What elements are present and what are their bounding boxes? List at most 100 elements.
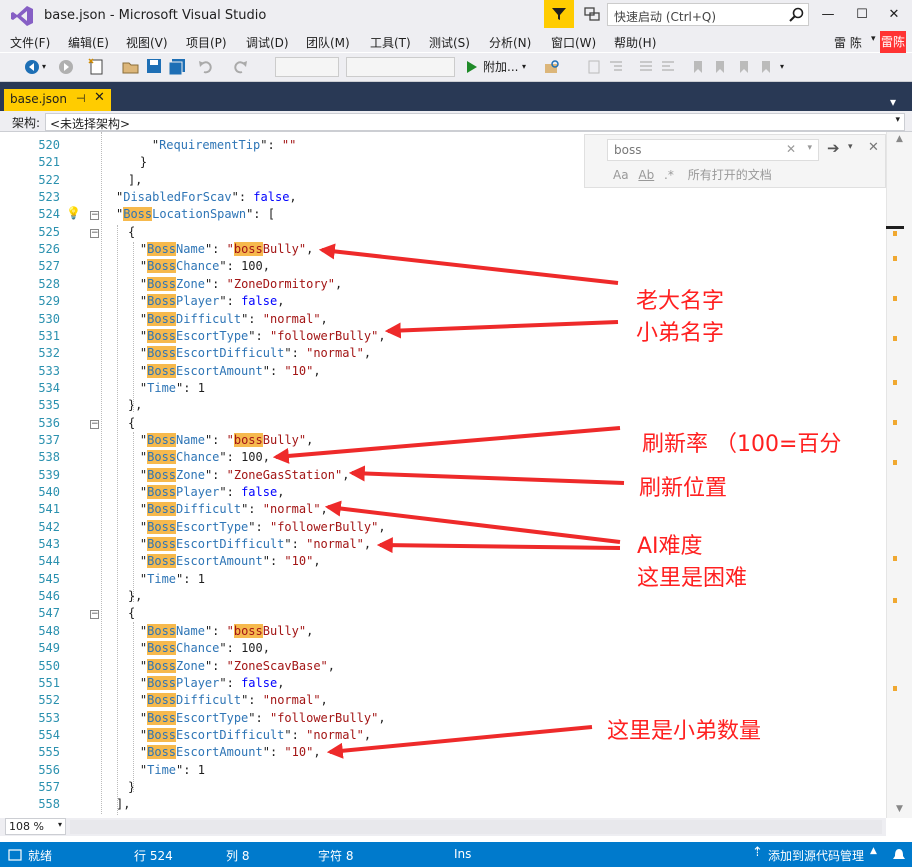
previous-bookmark-icon[interactable] [712,59,728,75]
code-line[interactable]: }, [128,589,142,603]
menu-help[interactable]: 帮助(H) [614,34,656,51]
code-line[interactable]: "BossEscortAmount": "10", [140,363,321,378]
back-icon[interactable] [24,59,40,75]
back-dropdown-icon[interactable]: ▾ [42,58,46,76]
save-icon[interactable] [146,58,162,74]
toggle-bookmark-icon[interactable] [586,59,602,75]
collapse-region-icon[interactable]: − [90,228,99,238]
code-line[interactable]: "BossEscortAmount": "10", [140,554,321,569]
collapse-region-icon[interactable]: − [90,610,99,620]
indent-icon[interactable] [608,59,624,75]
add-to-source-control[interactable]: 添加到源代码管理 [768,847,864,864]
code-line[interactable]: "BossZone": "ZoneScavBase", [140,658,335,673]
feedback-icon[interactable] [582,4,602,24]
close-button[interactable]: ✕ [880,4,908,26]
code-line[interactable]: "BossEscortAmount": "10", [140,745,321,760]
code-line[interactable]: "BossPlayer": false, [140,485,284,499]
uncomment-icon[interactable] [660,59,676,75]
code-line[interactable]: "BossDifficult": "normal", [140,502,328,517]
save-all-icon[interactable] [168,58,186,76]
code-line[interactable]: "Time": 1 [140,763,205,777]
menu-file[interactable]: 文件(F) [10,34,50,51]
code-line[interactable]: } [128,780,135,794]
code-line[interactable]: }, [128,398,142,412]
code-line[interactable]: "BossEscortDifficult": "normal", [140,727,371,742]
notifications-icon[interactable] [892,848,906,862]
comment-icon[interactable] [638,59,654,75]
find-next-icon[interactable]: ➔ [827,139,840,157]
zoom-select[interactable]: 108 % ▾ [5,818,66,835]
code-line[interactable]: "BossName": "bossBully", [140,623,313,638]
clear-bookmarks-icon[interactable] [758,59,774,75]
start-icon[interactable] [466,60,478,74]
find-in-files-icon[interactable] [543,58,561,76]
find-history-dropdown-icon[interactable]: ▾ [807,143,812,153]
horizontal-scrollbar[interactable] [70,820,882,834]
bookmark-icon[interactable] [690,59,706,75]
code-line[interactable]: "BossEscortDifficult": "normal", [140,537,371,552]
code-line[interactable]: "BossDifficult": "normal", [140,311,328,326]
new-project-icon[interactable] [88,58,106,76]
menu-view[interactable]: 视图(V) [126,34,168,51]
filter-icon[interactable] [544,0,574,28]
toolbar-overflow-icon[interactable]: ▾ [780,58,784,76]
user-dropdown-icon[interactable]: ▾ [871,34,876,44]
menu-edit[interactable]: 编辑(E) [68,34,109,51]
code-line[interactable]: "BossChance": 100, [140,641,270,656]
code-line[interactable]: { [128,606,135,620]
code-line[interactable]: "BossEscortType": "followerBully", [140,710,386,725]
schema-select[interactable]: <未选择架构> ▾ [45,113,905,131]
quick-launch-input[interactable]: 快速启动 (Ctrl+Q) [607,3,809,26]
solution-configuration-select[interactable] [275,57,339,77]
menu-team[interactable]: 团队(M) [306,34,350,51]
code-line[interactable]: "DisabledForScav": false, [116,190,297,204]
menu-tools[interactable]: 工具(T) [370,34,411,51]
menu-window[interactable]: 窗口(W) [551,34,596,51]
tab-base-json[interactable]: base.json ⊣ ✕ [4,89,111,111]
attach-dropdown-icon[interactable]: ▾ [522,58,526,76]
menu-debug[interactable]: 调试(D) [246,34,289,51]
attach-button[interactable]: 附加... [483,58,518,76]
undo-icon[interactable] [198,58,214,74]
solution-platform-select[interactable] [346,57,455,77]
code-line[interactable]: "BossChance": 100, [140,450,270,465]
code-line[interactable]: "Time": 1 [140,381,205,395]
scroll-down-icon[interactable]: ▼ [896,804,903,814]
pin-icon[interactable]: ⊣ [76,92,86,105]
code-line[interactable]: "BossChance": 100, [140,259,270,274]
next-bookmark-icon[interactable] [736,59,752,75]
vertical-scrollbar[interactable]: ▲ ▼ [886,132,912,818]
find-scope[interactable]: 所有打开的文档 [688,168,772,182]
source-control-up-icon[interactable]: ▲ [870,846,877,856]
code-line[interactable]: "BossEscortType": "followerBully", [140,328,386,343]
scroll-up-icon[interactable]: ▲ [896,134,903,144]
code-line[interactable]: ], [128,173,142,187]
menu-project[interactable]: 项目(P) [186,34,227,51]
collapse-region-icon[interactable]: − [90,419,99,429]
code-line[interactable]: "BossZone": "ZoneDormitory", [140,276,342,291]
code-line[interactable]: ], [116,797,130,811]
forward-icon[interactable] [58,59,74,75]
find-close-icon[interactable]: ✕ [868,140,879,155]
user-name[interactable]: 雷 陈 [834,34,862,51]
code-line[interactable]: "BossLocationSpawn": [ [116,207,275,222]
code-line[interactable]: "BossEscortType": "followerBully", [140,519,386,534]
avatar[interactable]: 雷陈 [880,31,906,53]
menu-analyze[interactable]: 分析(N) [489,34,531,51]
menu-test[interactable]: 测试(S) [429,34,470,51]
code-line[interactable]: } [140,155,147,169]
code-line[interactable]: "RequirementTip": "" [152,138,297,152]
code-line[interactable]: "BossDifficult": "normal", [140,693,328,708]
code-line[interactable]: "BossName": "bossBully", [140,242,313,257]
code-line[interactable]: "BossPlayer": false, [140,675,284,690]
minimize-button[interactable]: — [814,4,842,26]
collapse-region-icon[interactable]: − [90,211,99,221]
tab-close-icon[interactable]: ✕ [94,90,105,105]
code-line[interactable]: "BossZone": "ZoneGasStation", [140,467,349,482]
code-line[interactable]: { [128,225,135,239]
tab-overflow-icon[interactable]: ▾ [890,95,896,109]
code-line[interactable]: { [128,416,135,430]
open-file-icon[interactable] [122,58,140,76]
code-line[interactable]: "BossName": "bossBully", [140,432,313,447]
clear-find-icon[interactable]: ✕ [786,142,796,156]
